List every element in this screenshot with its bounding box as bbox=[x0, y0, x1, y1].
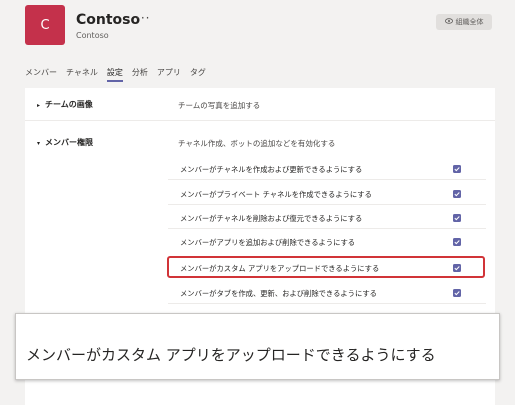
divider bbox=[168, 303, 486, 304]
callout-text: メンバーがカスタム アプリをアップロードできるようにする bbox=[26, 346, 436, 364]
section-title-text: メンバー権限 bbox=[45, 138, 93, 147]
permission-label: メンバーがタブを作成、更新、および削除できるようにする bbox=[180, 289, 377, 298]
permission-label: メンバーがチャネルを作成および更新できるようにする bbox=[180, 165, 363, 174]
permission-checkbox[interactable] bbox=[453, 289, 461, 297]
divider bbox=[168, 204, 486, 205]
team-name: Contoso bbox=[76, 12, 141, 28]
tab-members[interactable]: メンバー bbox=[25, 66, 57, 80]
org-wide-badge: 組織全体 bbox=[436, 14, 492, 30]
zoom-callout: メンバーがカスタム アプリをアップロードできるようにする bbox=[15, 313, 500, 380]
tab-settings[interactable]: 設定 bbox=[106, 66, 123, 82]
tab-apps[interactable]: アプリ bbox=[157, 66, 181, 80]
tab-tags[interactable]: タグ bbox=[190, 66, 206, 80]
section-desc-team-picture: チームの写真を追加する bbox=[178, 101, 261, 110]
section-title-team-picture: ▸ チームの画像 bbox=[37, 99, 93, 110]
permission-checkbox[interactable] bbox=[453, 264, 461, 272]
divider bbox=[168, 179, 486, 180]
more-options-icon[interactable]: ··· bbox=[136, 11, 150, 25]
section-team-picture[interactable]: ▸ チームの画像 チームの写真を追加する bbox=[25, 88, 495, 121]
team-tabs: メンバー チャネル 設定 分析 アプリ タグ bbox=[25, 66, 215, 84]
permission-label: メンバーがチャネルを削除および復元できるようにする bbox=[180, 214, 363, 223]
permission-checkbox[interactable] bbox=[453, 190, 461, 198]
chevron-down-icon: ▾ bbox=[37, 140, 41, 147]
permission-checkbox[interactable] bbox=[453, 165, 461, 173]
team-header: C Contoso ··· Contoso 組織全体 メンバー チャネル 設定 … bbox=[0, 0, 515, 96]
chevron-right-icon: ▸ bbox=[37, 102, 41, 109]
permission-label-highlighted: メンバーがカスタム アプリをアップロードできるようにする bbox=[180, 264, 380, 273]
section-title-text: チームの画像 bbox=[45, 100, 93, 109]
org-wide-label: 組織全体 bbox=[455, 18, 484, 26]
avatar-letter: C bbox=[40, 17, 50, 33]
team-avatar: C bbox=[25, 5, 65, 45]
eye-icon bbox=[444, 18, 453, 26]
team-subtitle: Contoso bbox=[76, 31, 109, 40]
permission-checkbox[interactable] bbox=[453, 214, 461, 222]
permission-label: メンバーがアプリを追加および削除できるようにする bbox=[180, 238, 356, 247]
permission-label: メンバーがプライベート チャネルを作成できるようにする bbox=[180, 190, 372, 199]
section-title-member-permissions[interactable]: ▾ メンバー権限 bbox=[37, 137, 93, 148]
section-desc-member-permissions: チャネル作成、ボットの追加などを有効化する bbox=[178, 139, 336, 148]
tab-analytics[interactable]: 分析 bbox=[132, 66, 148, 80]
permission-checkbox[interactable] bbox=[453, 238, 461, 246]
tab-channels[interactable]: チャネル bbox=[66, 66, 98, 80]
divider bbox=[168, 228, 486, 229]
